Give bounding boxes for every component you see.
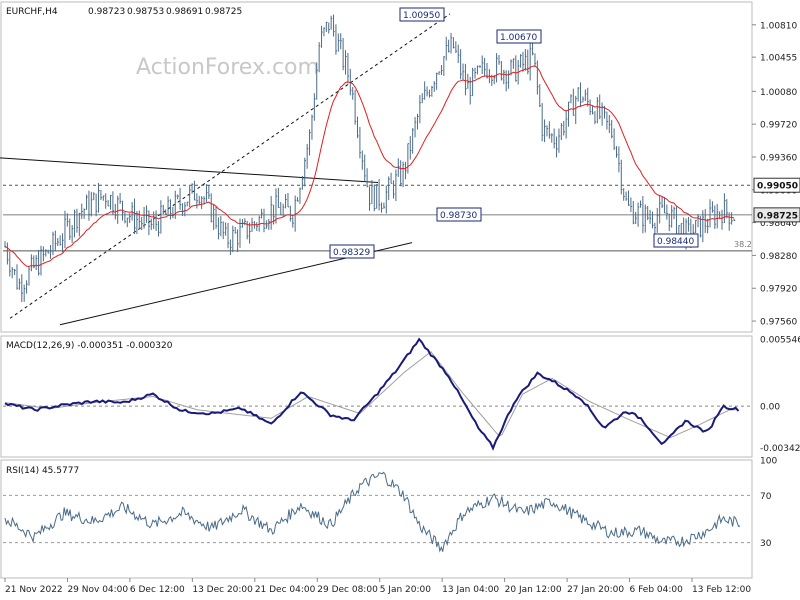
ohlc-value: 0.98723 bbox=[88, 7, 125, 17]
x-tick-label: 29 Nov 04:00 bbox=[67, 585, 128, 595]
axis-price-tag: 0.98725 bbox=[753, 207, 800, 223]
macd-label: MACD(12,26,9) -0.000351 -0.000320 bbox=[6, 341, 173, 351]
price-callout: 0.98440 bbox=[653, 233, 699, 248]
rsi-y-tick-label: 100 bbox=[760, 457, 777, 467]
x-tick-label: 6 Dec 12:00 bbox=[130, 585, 185, 595]
price-callout: 1.00670 bbox=[496, 29, 542, 44]
price-y-tick-label: 1.00455 bbox=[760, 54, 797, 64]
price-panel bbox=[0, 1, 753, 333]
x-tick-label: 27 Jan 20:00 bbox=[567, 585, 624, 595]
price-callout-text: 0.98329 bbox=[333, 248, 370, 258]
x-tick-label: 6 Feb 04:00 bbox=[630, 585, 684, 595]
macd-panel bbox=[0, 335, 753, 458]
x-tick-label: 20 Jan 12:00 bbox=[505, 585, 562, 595]
price-y-tick-label: 0.97920 bbox=[760, 285, 797, 295]
symbol-label: EURCHF,H4 bbox=[6, 7, 58, 17]
price-y-tick-label: 0.97560 bbox=[760, 318, 797, 328]
watermark: ActionForex.com bbox=[136, 55, 319, 80]
x-tick-label: 13 Jan 04:00 bbox=[442, 585, 499, 595]
x-tick-label: 5 Jan 20:00 bbox=[380, 585, 432, 595]
price-y-tick-label: 1.00810 bbox=[760, 21, 797, 31]
macd-y-tick-label: -0.003423 bbox=[760, 444, 800, 454]
price-callout: 1.00950 bbox=[399, 7, 445, 22]
axis-price-tag: 0.99050 bbox=[753, 177, 800, 193]
ohlc-value: 0.98725 bbox=[205, 7, 242, 17]
rsi-y-tick-label: 30 bbox=[760, 539, 772, 549]
x-tick-label: 13 Dec 20:00 bbox=[192, 585, 253, 595]
price-y-tick-label: 1.00080 bbox=[760, 88, 797, 98]
price-callout: 0.98730 bbox=[436, 207, 482, 222]
price-callout: 0.98329 bbox=[329, 244, 375, 259]
x-tick-label: 13 Feb 12:00 bbox=[692, 585, 751, 595]
price-callout-text: 0.98440 bbox=[657, 237, 694, 247]
rsi-y-tick-label: 70 bbox=[760, 492, 772, 502]
eurchf-h4-chart: ActionForex.com 1.00810 1.00455 1.00080 0.99… bbox=[0, 1, 800, 595]
fib-level-label: 38.2 bbox=[734, 240, 752, 249]
axis-price-tag-text: 0.99050 bbox=[757, 182, 798, 192]
ohlc-value: 0.98753 bbox=[127, 7, 164, 17]
price-y-tick-label: 0.99720 bbox=[760, 121, 797, 131]
axis-price-tag-text: 0.98725 bbox=[757, 211, 798, 221]
macd-y-tick-label: 0.00 bbox=[760, 403, 780, 413]
price-callout-text: 1.00670 bbox=[500, 33, 537, 43]
price-callout-text: 0.98730 bbox=[440, 211, 477, 221]
rsi-label: RSI(14) 45.5777 bbox=[6, 466, 79, 476]
price-y-tick-label: 0.98280 bbox=[760, 252, 797, 262]
macd-y-tick-label: 0.005546 bbox=[760, 336, 800, 346]
x-tick-label: 21 Dec 04:00 bbox=[255, 585, 316, 595]
price-y-tick-label: 0.99360 bbox=[760, 153, 797, 163]
x-tick-label: 21 Nov 2022 bbox=[5, 585, 63, 595]
price-callout-text: 1.00950 bbox=[403, 11, 440, 21]
ohlc-value: 0.98691 bbox=[166, 7, 203, 17]
rsi-panel bbox=[0, 459, 753, 579]
x-tick-label: 29 Dec 08:00 bbox=[317, 585, 378, 595]
